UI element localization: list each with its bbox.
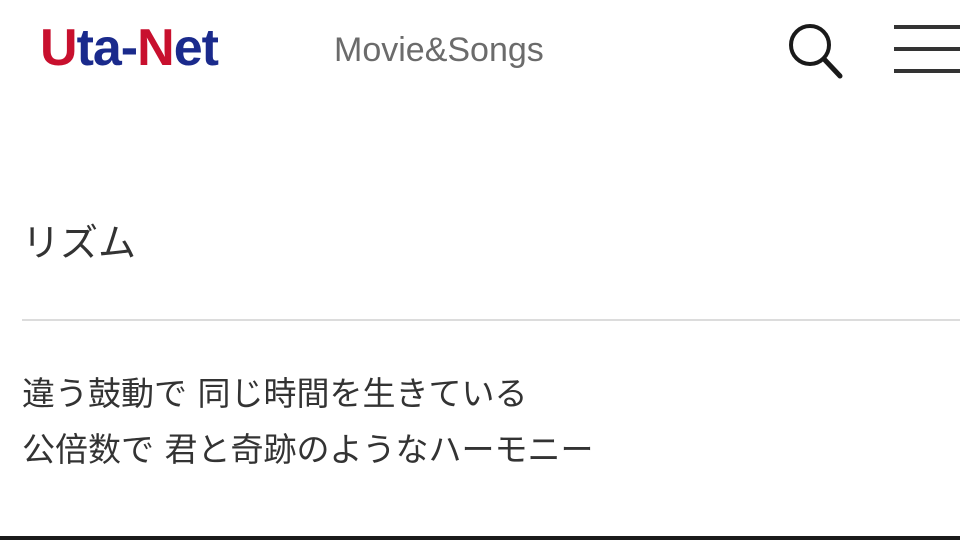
lyric-line: 違う鼓動で 同じ時間を生きている bbox=[22, 374, 528, 413]
bottom-edge-bar bbox=[0, 536, 960, 540]
header-subtitle: Movie&Songs bbox=[334, 31, 544, 69]
logo-text-et: et bbox=[173, 19, 219, 77]
logo-letter-n: N bbox=[137, 19, 175, 77]
uta-net-logo[interactable]: Uta-Net bbox=[40, 18, 219, 78]
song-title: リズム bbox=[22, 221, 137, 265]
logo-text-ta: ta- bbox=[76, 19, 139, 77]
search-icon bbox=[789, 24, 843, 79]
site-header: Uta-Net Movie&Songs bbox=[0, 0, 960, 100]
search-button[interactable] bbox=[780, 20, 850, 86]
divider bbox=[22, 319, 960, 321]
menu-button[interactable] bbox=[890, 20, 960, 76]
lyric-line: 公倍数で 君と奇跡のようなハーモニー bbox=[22, 430, 594, 469]
lyrics-body: 違う鼓動で 同じ時間を生きている 公倍数で 君と奇跡のようなハーモニー bbox=[22, 366, 594, 478]
hamburger-menu-icon bbox=[894, 25, 960, 73]
logo-letter-u: U bbox=[40, 19, 78, 77]
